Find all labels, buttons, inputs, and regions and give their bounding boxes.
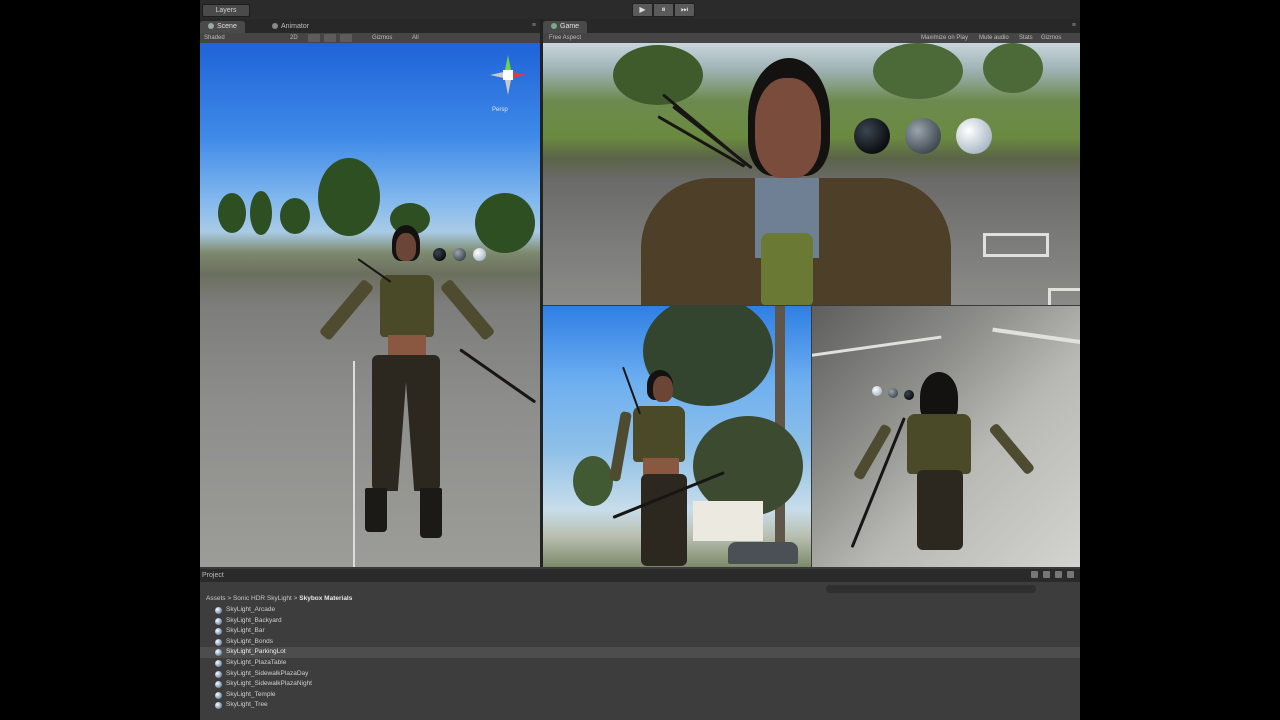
scene-icon bbox=[208, 23, 214, 29]
list-item-selected[interactable]: SkyLight_ParkingLot bbox=[200, 647, 1080, 658]
scene-toolbar: Shaded 2D Gizmos All bbox=[200, 33, 540, 43]
aspect-dropdown[interactable]: Free Aspect bbox=[549, 33, 581, 43]
play-controls: ▶ ⏸ ⏭ bbox=[632, 3, 695, 17]
material-icon bbox=[215, 670, 222, 678]
breadcrumb: Assets > Sonic HDR SkyLight > Skybox Mat… bbox=[206, 595, 353, 602]
layers-dropdown[interactable]: Layers bbox=[202, 4, 250, 17]
tree bbox=[218, 193, 246, 233]
2d-toggle[interactable]: 2D bbox=[290, 33, 298, 43]
list-item[interactable]: SkyLight_SidewalkPlazaDay bbox=[200, 669, 1080, 680]
character-side-view bbox=[608, 366, 725, 566]
tab-scene[interactable]: Scene bbox=[200, 21, 245, 33]
material-icon bbox=[215, 638, 222, 646]
animator-icon bbox=[272, 23, 278, 29]
character-top-down bbox=[850, 366, 1042, 566]
material-icon bbox=[215, 607, 222, 614]
filter-label-icon[interactable] bbox=[1055, 571, 1062, 578]
game-viewport-low-angle[interactable] bbox=[543, 306, 811, 567]
game-tabbar: Game ≡ bbox=[543, 19, 1080, 33]
lighting-toggle[interactable] bbox=[308, 34, 320, 42]
scene-tab-menu-icon[interactable]: ≡ bbox=[532, 22, 536, 29]
maximize-on-play-toggle[interactable]: Maximize on Play bbox=[921, 33, 968, 43]
reflection-sphere-mid[interactable] bbox=[888, 388, 898, 398]
breadcrumb-folder[interactable]: Sonic HDR SkyLight bbox=[233, 595, 292, 602]
bow bbox=[459, 348, 537, 404]
breadcrumb-current[interactable]: Skybox Materials bbox=[299, 595, 352, 602]
projection-label[interactable]: Persp bbox=[492, 107, 508, 113]
list-item[interactable]: SkyLight_Tree bbox=[200, 700, 1080, 711]
tab-game[interactable]: Game bbox=[543, 21, 588, 33]
material-icon bbox=[215, 702, 222, 710]
reflection-sphere-light[interactable] bbox=[872, 386, 882, 396]
play-button[interactable]: ▶ bbox=[632, 3, 653, 17]
material-icon bbox=[215, 628, 222, 636]
list-item[interactable]: SkyLight_Bar bbox=[200, 626, 1080, 637]
reflection-sphere-dark[interactable] bbox=[433, 248, 446, 261]
material-icon bbox=[215, 691, 222, 699]
shading-mode-dropdown[interactable]: Shaded bbox=[204, 33, 225, 43]
scene-tabbar: Scene Animator ≡ bbox=[200, 19, 540, 33]
game-viewport-top-down[interactable] bbox=[812, 306, 1080, 567]
gizmos-dropdown[interactable]: Gizmos bbox=[372, 33, 392, 43]
material-icon bbox=[215, 681, 222, 689]
reflection-sphere-mid[interactable] bbox=[905, 118, 941, 154]
scene-viewport[interactable]: Persp bbox=[200, 43, 540, 567]
game-tab-menu-icon[interactable]: ≡ bbox=[1072, 22, 1076, 29]
audio-toggle[interactable] bbox=[324, 34, 336, 42]
filter-type-icon[interactable] bbox=[1043, 571, 1050, 578]
game-toolbar: Free Aspect Maximize on Play Mute audio … bbox=[543, 33, 1080, 43]
reflection-sphere-light[interactable] bbox=[956, 118, 992, 154]
breadcrumb-assets[interactable]: Assets bbox=[206, 595, 226, 602]
game-gizmos-dropdown[interactable]: Gizmos bbox=[1041, 33, 1061, 43]
project-search-input[interactable] bbox=[826, 585, 1036, 593]
material-icon bbox=[215, 649, 222, 657]
asset-list: SkyLight_Arcade SkyLight_Backyard SkyLig… bbox=[200, 605, 1080, 711]
character-model bbox=[300, 223, 537, 543]
stats-toggle[interactable]: Stats bbox=[1019, 33, 1033, 43]
game-icon bbox=[551, 23, 557, 29]
list-item[interactable]: SkyLight_Temple bbox=[200, 690, 1080, 701]
material-icon bbox=[215, 617, 222, 625]
tree bbox=[250, 191, 272, 235]
reflection-sphere-light[interactable] bbox=[473, 248, 486, 261]
pause-button[interactable]: ⏸ bbox=[653, 3, 674, 17]
list-item[interactable]: SkyLight_PlazaTable bbox=[200, 658, 1080, 669]
tab-animator[interactable]: Animator bbox=[264, 21, 317, 33]
game-viewport-main[interactable] bbox=[543, 43, 1080, 305]
effects-toggle[interactable] bbox=[340, 34, 352, 42]
reflection-sphere-dark[interactable] bbox=[904, 390, 914, 400]
list-item[interactable]: SkyLight_Backyard bbox=[200, 616, 1080, 627]
hierarchy-search[interactable]: All bbox=[412, 33, 419, 43]
reflection-sphere-mid[interactable] bbox=[453, 248, 466, 261]
project-panel: Project Assets > Sonic HDR SkyLight > Sk… bbox=[200, 569, 1080, 720]
list-item[interactable]: SkyLight_SidewalkPlazaNight bbox=[200, 679, 1080, 690]
mute-audio-toggle[interactable]: Mute audio bbox=[979, 33, 1009, 43]
unity-editor: Layers ▶ ⏸ ⏭ Scene Animator ≡ Shaded 2D … bbox=[200, 0, 1080, 720]
car bbox=[728, 542, 798, 564]
list-item[interactable]: SkyLight_Arcade bbox=[200, 605, 1080, 616]
step-button[interactable]: ⏭ bbox=[674, 3, 695, 17]
reflection-sphere-dark[interactable] bbox=[854, 118, 890, 154]
main-toolbar: Layers ▶ ⏸ ⏭ bbox=[200, 0, 1080, 19]
project-tab[interactable]: Project bbox=[200, 569, 1080, 582]
lock-icon[interactable] bbox=[1031, 571, 1038, 578]
favorite-icon[interactable] bbox=[1067, 571, 1074, 578]
list-item[interactable]: SkyLight_Bonds bbox=[200, 637, 1080, 648]
material-icon bbox=[215, 659, 222, 667]
character-closeup bbox=[633, 53, 963, 305]
scene-orientation-gizmo[interactable] bbox=[488, 51, 528, 107]
project-panel-icons bbox=[1029, 571, 1074, 578]
